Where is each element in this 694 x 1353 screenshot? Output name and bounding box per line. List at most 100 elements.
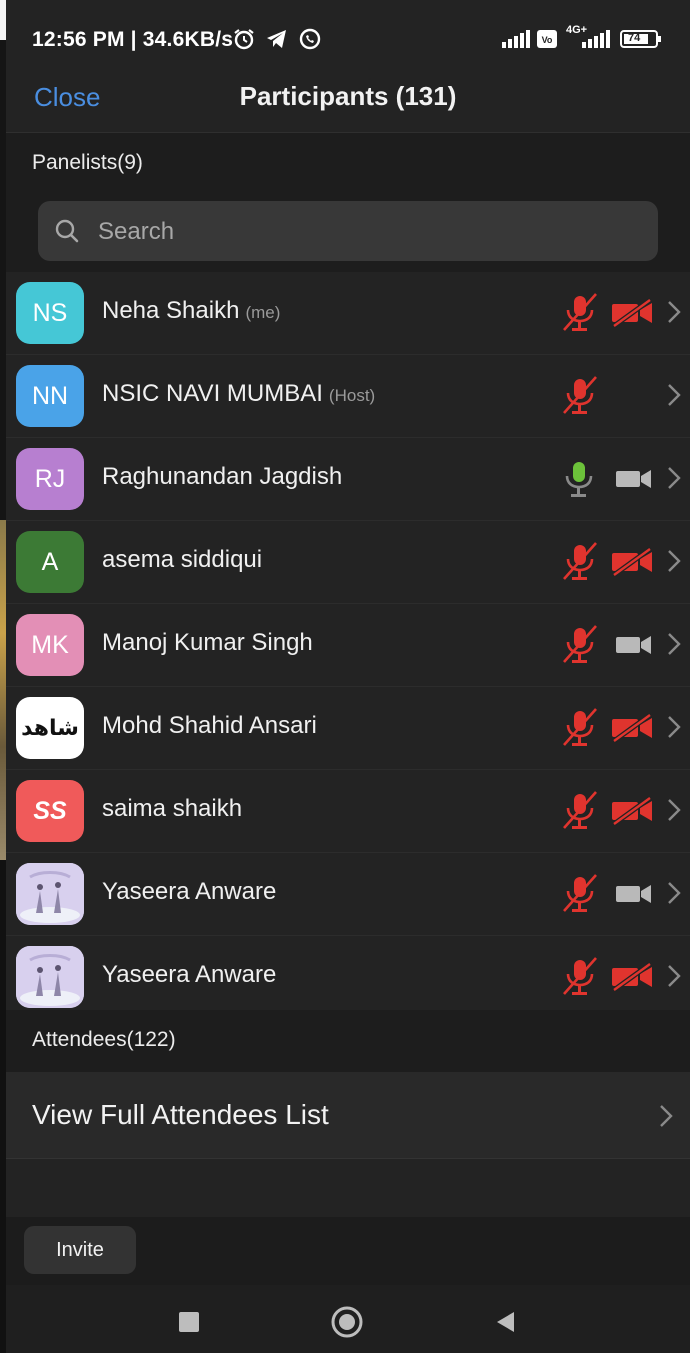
avatar-initials: NS [32,298,68,327]
participant-name: Neha Shaikh (me) [102,297,280,325]
battery-icon: 74 [620,30,661,48]
view-full-attendees-button[interactable]: View Full Attendees List [6,1072,690,1159]
mic-muted-icon[interactable] [556,873,602,920]
participant-name: Yaseera Anware [102,878,276,906]
participant-name: Raghunandan Jagdish [102,463,342,491]
status-time-speed: 12:56 PM | 34.6KB/s [32,28,234,51]
participant-role-tag: (me) [245,303,281,322]
video-off-icon[interactable] [610,546,654,582]
battery-level: 74 [628,32,641,44]
video-off-icon[interactable] [610,795,654,831]
mic-muted-icon[interactable] [556,624,602,671]
participant-row[interactable]: Yaseera Anware [6,853,690,936]
mic-muted-icon[interactable] [556,790,602,837]
chevron-right-icon [666,465,682,496]
participant-row[interactable]: MK Manoj Kumar Singh [6,604,690,687]
participant-row[interactable]: Aasema siddiqui [6,521,690,604]
signal-icon [582,30,612,53]
avatar-initials: MK [31,630,69,659]
back-icon[interactable] [494,1310,516,1339]
mic-muted-icon[interactable] [556,541,602,588]
participant-name: saima shaikh [102,795,242,823]
video-on-icon[interactable] [610,464,654,499]
participant-name-text: Yaseera Anware [102,878,277,905]
volte-icon: Vo [536,29,558,54]
attendees-section-header: Attendees(122) [6,1010,690,1072]
participant-name-text: Neha Shaikh [102,297,240,324]
participant-row[interactable]: NN NSIC NAVI MUMBAI (Host) [6,355,690,438]
mic-muted-icon[interactable] [556,956,602,1003]
participant-name-text: saima shaikh [102,795,243,822]
participant-name: asema siddiqui [102,546,262,574]
search-container [6,190,690,272]
video-off-icon[interactable] [610,961,654,997]
chevron-right-icon [666,382,682,413]
avatar-initials: NN [31,381,69,410]
avatar [16,946,84,1008]
participant-list: NS Neha Shaikh (me) NN NSIC NAVI MUMBAI (Host… [6,272,690,1019]
recent-apps-icon[interactable] [178,1311,200,1338]
telegram-icon [265,27,289,56]
participant-name-text: Raghunandan Jagdish [102,463,343,490]
video-off-icon[interactable] [610,712,654,748]
search-box[interactable] [38,201,658,261]
avatar: A [16,531,84,593]
participant-name-text: Yaseera Anware [102,961,277,988]
mic-muted-icon[interactable] [556,375,602,422]
participant-name-text: asema siddiqui [102,546,263,573]
participant-name-text: Mohd Shahid Ansari [102,712,317,739]
video-off-icon[interactable] [610,297,654,333]
bottom-toolbar: Invite [6,1217,690,1285]
panelists-count-label: Panelists(9) [32,151,143,174]
chevron-right-icon [666,631,682,662]
empty-area [6,1159,690,1217]
participants-screen: 12:56 PM | 34.6KB/s Vo 4G+ 74 Close Part… [6,0,690,1353]
video-on-icon[interactable] [610,630,654,665]
page-title: Participants (131) [239,81,457,111]
avatar: RJ [16,448,84,510]
chevron-right-icon [658,1103,674,1134]
whatsapp-icon [298,27,322,56]
chevron-right-icon [666,714,682,745]
avatar-initials: RJ [34,464,66,493]
search-input[interactable] [96,209,640,255]
header: Close Participants (131) [6,78,690,133]
view-full-attendees-label: View Full Attendees List [32,1099,329,1130]
alarm-icon [232,27,256,56]
avatar [16,863,84,925]
chevron-right-icon [666,963,682,994]
participant-row[interactable]: NS Neha Shaikh (me) [6,272,690,355]
avatar: NS [16,282,84,344]
status-bar: 12:56 PM | 34.6KB/s Vo 4G+ 74 [6,0,690,78]
participant-row[interactable]: شاهد Mohd Shahid Ansari [6,687,690,770]
participant-row[interactable]: SS saima shaikh [6,770,690,853]
search-icon [54,218,80,249]
participant-row[interactable]: Yaseera Anware [6,936,690,1019]
system-nav-bar [6,1285,690,1353]
participant-name: Yaseera Anware [102,961,276,989]
video-on-icon[interactable] [610,879,654,914]
home-icon[interactable] [330,1305,364,1344]
mic-muted-icon[interactable] [556,707,602,754]
participant-name-text: NSIC NAVI MUMBAI [102,380,323,407]
invite-button[interactable]: Invite [24,1226,136,1274]
mic-muted-icon[interactable] [556,292,602,339]
signal-icon [502,30,532,53]
panelists-section-header: Panelists(9) [6,133,690,190]
participant-role-tag: (Host) [328,386,376,405]
participant-name: Mohd Shahid Ansari [102,712,317,740]
avatar-initials: شاهد [21,715,79,740]
mic-on-icon[interactable] [556,458,602,505]
participant-name-text: Manoj Kumar Singh [102,629,313,656]
chevron-right-icon [666,797,682,828]
svg-text:Vo: Vo [542,35,553,45]
avatar: SS [16,780,84,842]
avatar-initials: A [41,547,59,576]
avatar: NN [16,365,84,427]
chevron-right-icon [666,299,682,330]
avatar-initials: SS [33,796,67,825]
attendees-count-label: Attendees(122) [32,1028,176,1051]
participant-name: Manoj Kumar Singh [102,629,313,657]
participant-row[interactable]: RJ Raghunandan Jagdish [6,438,690,521]
chevron-right-icon [666,880,682,911]
